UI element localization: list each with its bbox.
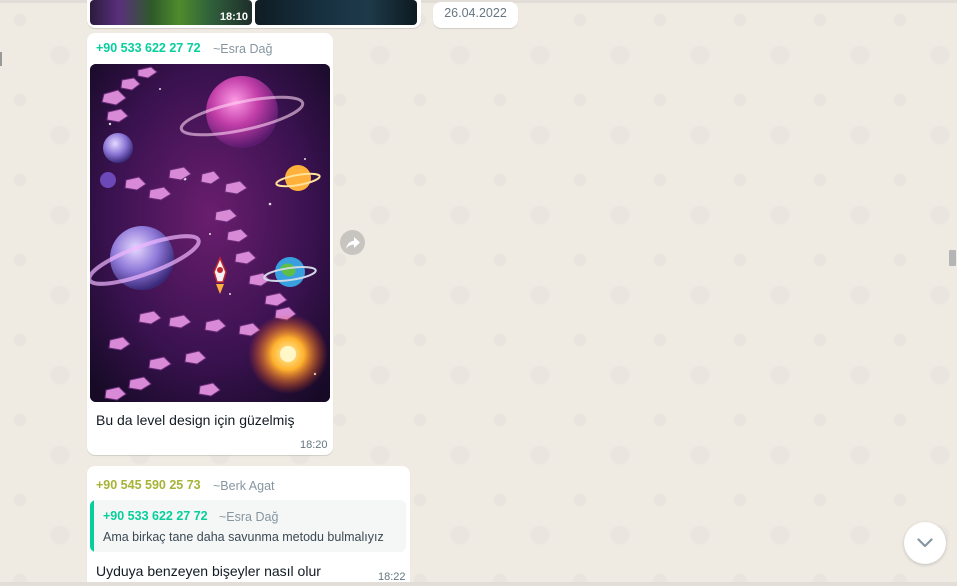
- image-message[interactable]: +90 533 622 27 72 ~Esra Dağ Bu da level …: [87, 33, 333, 455]
- sender-alias: ~Esra Dağ: [213, 42, 273, 56]
- sender-phone[interactable]: +90 545 590 25 73: [96, 478, 201, 492]
- bottom-divider: [0, 582, 957, 586]
- date-separator: 26.04.2022: [433, 2, 518, 28]
- scroll-down-button[interactable]: [904, 522, 946, 564]
- message-time: 18:20: [300, 439, 328, 451]
- album-thumbnail-1[interactable]: 18:10: [90, 0, 252, 25]
- quoted-sender-alias: ~Esra Dağ: [219, 510, 279, 524]
- panel-edge-marker: [0, 52, 2, 66]
- forward-button[interactable]: [340, 230, 365, 255]
- quoted-text: Ama birkaç tane daha savunma metodu bulm…: [103, 530, 384, 544]
- quoted-message[interactable]: +90 533 622 27 72 ~Esra Dağ Ama birkaç t…: [90, 500, 406, 552]
- message-text: Uyduya benzeyen bişeyler nasıl olur: [96, 563, 321, 579]
- image-caption: Bu da level design için güzelmiş: [96, 412, 295, 428]
- quoted-sender-phone: +90 533 622 27 72: [103, 509, 208, 523]
- chevron-down-icon: [917, 538, 933, 548]
- sender-phone[interactable]: +90 533 622 27 72: [96, 41, 201, 55]
- album-time: 18:10: [219, 11, 248, 23]
- quote-accent-bar: [90, 500, 94, 552]
- scrollbar-thumb[interactable]: [949, 250, 956, 266]
- album-message[interactable]: 18:10: [87, 0, 421, 28]
- forward-arrow-icon: [345, 236, 360, 249]
- reply-message[interactable]: +90 545 590 25 73 ~Berk Agat +90 533 622…: [87, 466, 410, 586]
- space-level-design-image[interactable]: [90, 64, 330, 402]
- sender-alias: ~Berk Agat: [213, 479, 275, 493]
- album-thumbnail-2[interactable]: [255, 0, 417, 25]
